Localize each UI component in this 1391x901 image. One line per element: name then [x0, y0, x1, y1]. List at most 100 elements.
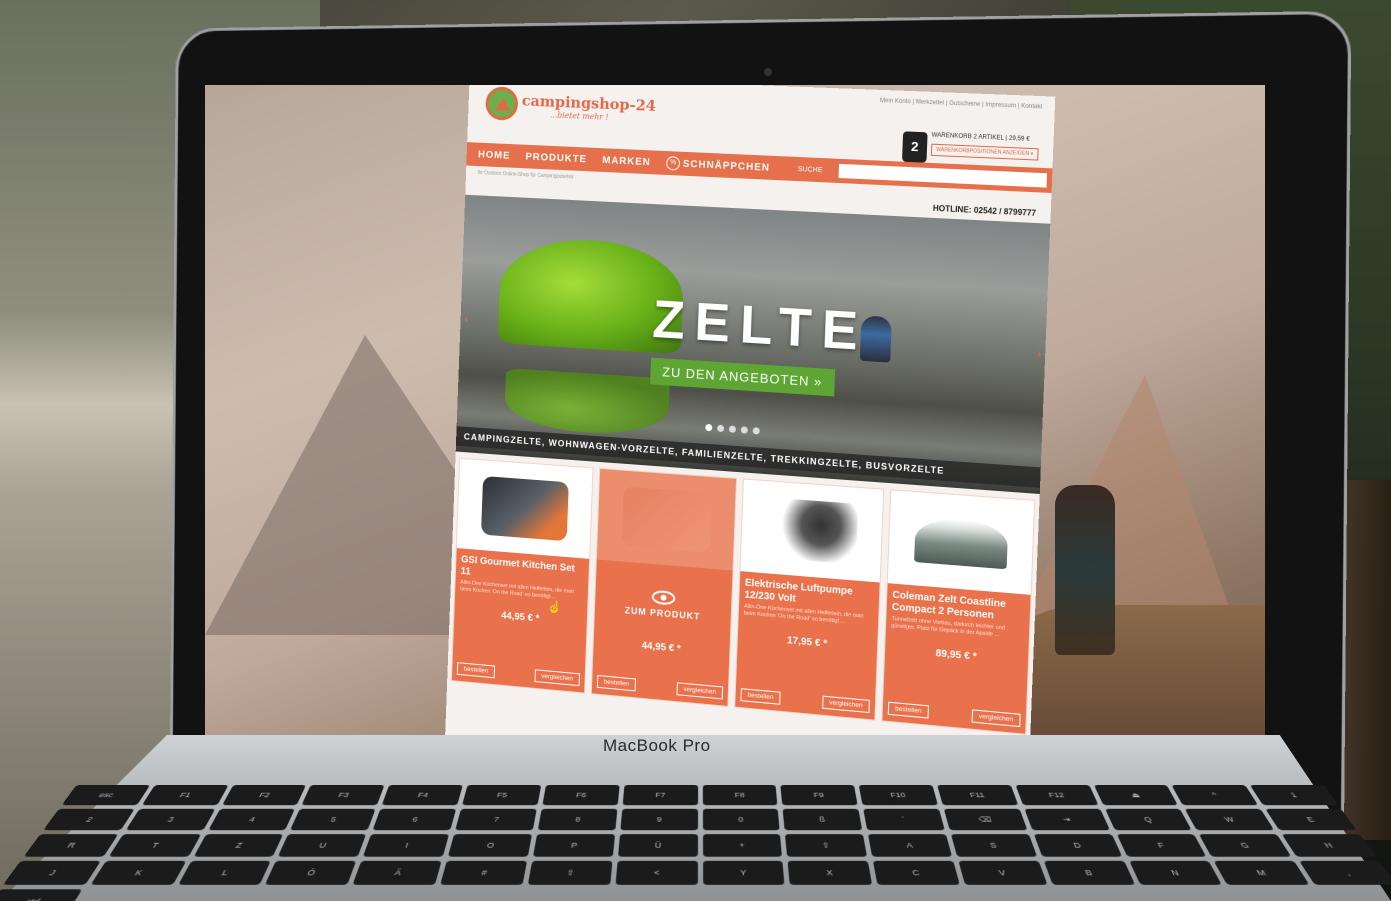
product-card[interactable]: Coleman Zelt Coastline Compact 2 Persone… — [881, 489, 1036, 735]
keyboard-key[interactable]: ⏏ — [1093, 784, 1179, 806]
search-input[interactable] — [838, 163, 1048, 188]
keyboard-key[interactable]: F1 — [141, 784, 229, 806]
order-button[interactable]: bestellen — [740, 688, 781, 705]
keyboard-key[interactable]: 9 — [620, 808, 698, 831]
keyboard-key[interactable]: D — [1033, 834, 1122, 857]
keyboard-key[interactable]: U — [278, 834, 367, 857]
keyboard-key[interactable]: # — [440, 860, 527, 885]
keyboard-key[interactable]: S — [950, 834, 1037, 857]
product-image[interactable] — [740, 479, 884, 583]
keyboard-key[interactable]: V — [958, 860, 1048, 885]
keyboard-key[interactable]: F11 — [937, 784, 1018, 806]
keyboard-key[interactable]: R — [23, 834, 119, 857]
keyboard-key[interactable]: X — [787, 860, 873, 885]
keyboard-key[interactable]: F2 — [221, 784, 307, 806]
product-image[interactable] — [456, 458, 593, 559]
slider-dot[interactable] — [740, 426, 748, 434]
keyboard-key[interactable]: A — [868, 834, 953, 857]
keyboard-key[interactable]: Ü — [617, 834, 698, 857]
keyboard-key[interactable]: ß — [782, 808, 863, 831]
nav-home[interactable]: HOME — [478, 149, 511, 161]
keyboard-key[interactable]: F4 — [382, 784, 463, 806]
keyboard-key[interactable]: G — [1199, 834, 1292, 857]
compare-button[interactable]: vergleichen — [971, 709, 1021, 728]
keyboard-key[interactable]: , — [1299, 860, 1391, 885]
keyboard-key[interactable]: N — [1128, 860, 1223, 885]
keyboard-key[interactable]: C — [873, 860, 960, 885]
compare-button[interactable]: vergleichen — [534, 669, 580, 687]
product-card[interactable]: ZUM PRODUKT 44,95 € * bestellen vergleic… — [590, 467, 738, 707]
product-image[interactable] — [596, 468, 737, 571]
keyboard-key[interactable]: F — [1116, 834, 1207, 857]
compare-button[interactable]: vergleichen — [821, 695, 871, 714]
keyboard-key[interactable]: ´ — [863, 808, 945, 831]
keyboard-key[interactable]: 0 — [702, 808, 780, 831]
keyboard-key[interactable]: < — [615, 860, 698, 885]
keyboard-key[interactable]: J — [2, 860, 101, 885]
keyboard-key[interactable]: ^ — [1171, 784, 1259, 806]
order-button[interactable]: bestellen — [456, 662, 496, 679]
keyboard-key[interactable]: 3 — [125, 808, 215, 831]
product-card[interactable]: GSI Gourmet Kitchen Set 11 Allin-One Küc… — [450, 457, 594, 694]
slider-dot[interactable] — [752, 427, 760, 435]
keyboard-key[interactable]: F8 — [702, 784, 778, 806]
order-button[interactable]: bestellen — [887, 701, 930, 719]
keyboard-key[interactable]: F10 — [858, 784, 938, 806]
keyboard-key[interactable]: 7 — [455, 808, 537, 831]
keyboard-key[interactable]: P — [532, 834, 615, 857]
keyboard-key[interactable]: T — [108, 834, 201, 857]
keyboard-key[interactable]: 2 — [43, 808, 135, 831]
compare-button[interactable]: vergleichen — [676, 682, 724, 700]
keyboard-key[interactable]: H — [1281, 834, 1377, 857]
keyboard-key[interactable]: W — [1185, 808, 1275, 831]
keyboard-key[interactable]: M — [1214, 860, 1310, 885]
keyboard-key[interactable]: + — [702, 834, 783, 857]
product-image[interactable] — [887, 490, 1035, 595]
hero-slider[interactable]: ‹ › ZELTE ZU DEN ANGEBOTEN » CAMPINGZELT… — [455, 194, 1051, 495]
keyboard-key[interactable]: Y — [702, 860, 785, 885]
slider-dot[interactable] — [705, 423, 713, 432]
keyboard-key[interactable]: F12 — [1015, 784, 1099, 806]
slider-dot[interactable] — [717, 424, 725, 433]
keyboard-key[interactable]: 5 — [290, 808, 376, 831]
product-hover-overlay[interactable]: ZUM PRODUKT — [595, 585, 732, 624]
keyboard-key[interactable]: 4 — [208, 808, 296, 831]
keyboard-key[interactable]: 8 — [537, 808, 618, 831]
keyboard-key[interactable]: Z — [193, 834, 284, 857]
keyboard-key[interactable]: Q — [1104, 808, 1192, 831]
keyboard-key[interactable]: K — [90, 860, 186, 885]
keyboard-key[interactable]: ⇪ — [785, 834, 868, 857]
hero-cta-button[interactable]: ZU DEN ANGEBOTEN » — [650, 357, 835, 397]
keyboard-key[interactable]: B — [1043, 860, 1135, 885]
keyboard-key[interactable]: 6 — [372, 808, 457, 831]
order-button[interactable]: bestellen — [596, 674, 637, 692]
keyboard-key[interactable]: I — [363, 834, 450, 857]
slider-dot[interactable] — [728, 425, 737, 433]
keyboard-key[interactable]: L — [177, 860, 272, 885]
keyboard-key[interactable]: F7 — [622, 784, 698, 806]
keyboard-key[interactable]: ctrl — [0, 889, 83, 901]
search-submit-button[interactable]: » — [1047, 175, 1053, 185]
keyboard-key[interactable]: F6 — [542, 784, 620, 806]
keyboard-key[interactable]: 1 — [1250, 784, 1339, 806]
keyboard-key[interactable]: F5 — [462, 784, 542, 806]
keyboard-key[interactable]: E — [1265, 808, 1357, 831]
keyboard-key[interactable]: Ä — [352, 860, 442, 885]
keyboard-key[interactable]: ⇧ — [527, 860, 613, 885]
keyboard-key[interactable]: ⇥ — [1024, 808, 1110, 831]
keyboard-key[interactable]: Ö — [265, 860, 357, 885]
site-logo[interactable]: campingshop-24 ...bietet mehr ! — [485, 86, 656, 126]
nav-sale[interactable]: % SCHNÄPPCHEN — [666, 156, 770, 175]
nav-brands[interactable]: MARKEN — [602, 155, 651, 168]
top-links[interactable]: Mein Konto | Merkzettel | Gutscheine | I… — [880, 98, 1043, 111]
cart-show-button[interactable]: WARENKORBPOSITIONEN ANZEIGEN ▾ — [930, 143, 1039, 161]
nav-products[interactable]: PRODUKTE — [525, 151, 587, 165]
product-card[interactable]: Elektrische Luftpumpe 12/230 Volt Allin-… — [734, 478, 885, 721]
keyboard-key[interactable]: F3 — [301, 784, 385, 806]
slider-next-icon[interactable]: › — [1037, 346, 1042, 361]
keyboard-key[interactable]: O — [447, 834, 532, 857]
keyboard-key[interactable]: esc — [61, 784, 150, 806]
keyboard-key[interactable]: ⌫ — [943, 808, 1028, 831]
keyboard-key[interactable]: F9 — [780, 784, 858, 806]
slider-prev-icon[interactable]: ‹ — [464, 312, 468, 326]
